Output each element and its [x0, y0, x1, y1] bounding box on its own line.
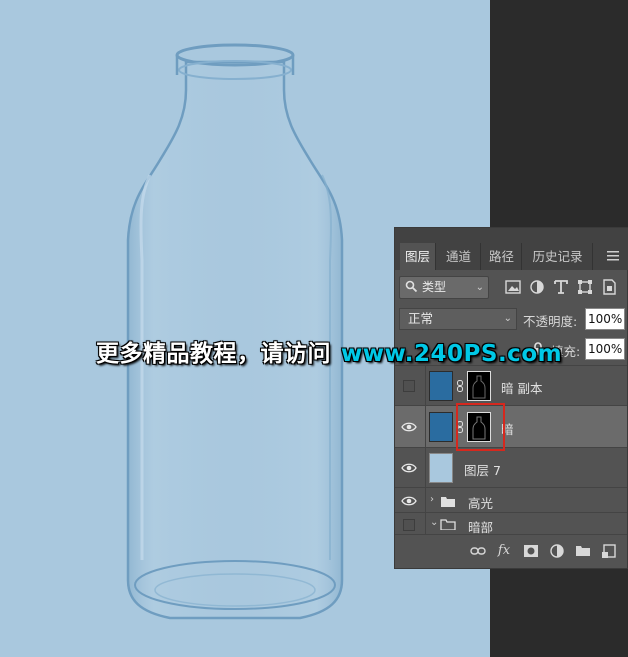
panel-tab-bar: 图层 通道 路径 历史记录 [395, 228, 628, 270]
blend-mode-select[interactable]: 正常 ⌄ [399, 308, 517, 330]
panel-menu-icon[interactable] [607, 250, 619, 262]
adjustment-filter-icon[interactable] [529, 279, 545, 295]
layer-filter-row: 类型 ⌄ [395, 276, 628, 302]
adjustment-layer-icon[interactable] [549, 543, 565, 559]
tab-history[interactable]: 历史记录 [523, 243, 593, 270]
shape-filter-icon[interactable] [577, 279, 593, 295]
fill-input[interactable]: 100% [585, 338, 625, 360]
watermark: 更多精品教程，请访问 www.240PS.com [96, 334, 562, 368]
folder-open-icon [440, 519, 456, 530]
opacity-label: 不透明度: [523, 314, 578, 329]
group-row[interactable]: ⌄ 暗部 [395, 512, 627, 535]
layer-name[interactable]: 暗 副本 [501, 378, 542, 397]
visibility-toggle[interactable] [403, 380, 415, 392]
divider [425, 366, 426, 405]
layer-name[interactable]: 暗 [501, 419, 514, 438]
filter-kind-label: 类型 [422, 280, 447, 294]
blend-mode-value: 正常 [408, 311, 434, 326]
eye-icon[interactable] [401, 495, 417, 507]
chevron-down-icon[interactable]: ⌄ [430, 517, 438, 528]
link-icon[interactable] [457, 421, 463, 433]
chevron-down-icon: ⌄ [475, 282, 484, 293]
image-filter-icon[interactable] [505, 279, 521, 295]
layer-thumbnail[interactable] [429, 412, 453, 442]
tab-paths[interactable]: 路径 [482, 243, 522, 270]
visibility-toggle[interactable] [403, 519, 415, 531]
layer-thumbnail[interactable] [429, 371, 453, 401]
layer-mask-thumbnail[interactable] [467, 412, 491, 442]
layer-row[interactable]: 图层 7 [395, 447, 627, 487]
layers-panel: 图层 通道 路径 历史记录 类型 ⌄ 正常 ⌄ 不透明度: 100% 填充: 1… [394, 227, 628, 569]
add-mask-icon[interactable] [523, 543, 539, 559]
new-group-icon[interactable] [575, 543, 591, 559]
divider [425, 513, 426, 534]
tab-channels[interactable]: 通道 [437, 243, 481, 270]
chevron-down-icon: ⌄ [503, 313, 512, 324]
layer-row[interactable]: 暗 副本 [395, 365, 627, 405]
folder-icon [441, 497, 455, 507]
link-icon[interactable] [457, 380, 463, 392]
fx-icon[interactable]: fx [496, 543, 512, 559]
divider [425, 448, 426, 487]
watermark-text: 更多精品教程，请访问 [96, 341, 331, 367]
divider [425, 488, 426, 512]
panel-bottom-toolbar: fx [395, 534, 627, 568]
filter-kind-select[interactable]: 类型 ⌄ [399, 276, 489, 299]
opacity-input[interactable]: 100% [585, 308, 625, 330]
group-row[interactable]: › 高光 [395, 487, 627, 512]
new-layer-icon[interactable] [601, 543, 617, 559]
link-layers-icon[interactable] [470, 543, 486, 559]
tab-layers[interactable]: 图层 [400, 243, 436, 270]
layer-name[interactable]: 图层 7 [464, 460, 501, 479]
blend-opacity-row: 正常 ⌄ 不透明度: 100% [395, 308, 628, 332]
eye-icon[interactable] [401, 421, 417, 433]
divider [425, 406, 426, 447]
group-name[interactable]: 高光 [468, 493, 493, 512]
layer-row-selected[interactable]: 暗 [395, 405, 627, 447]
eye-icon[interactable] [401, 462, 417, 474]
smart-object-filter-icon[interactable] [601, 279, 617, 295]
watermark-url: www.240PS.com [341, 341, 563, 367]
layer-mask-thumbnail[interactable] [467, 371, 491, 401]
text-filter-icon[interactable] [553, 279, 569, 295]
search-icon [405, 280, 418, 293]
layer-thumbnail[interactable] [429, 453, 453, 483]
chevron-right-icon[interactable]: › [430, 494, 434, 505]
